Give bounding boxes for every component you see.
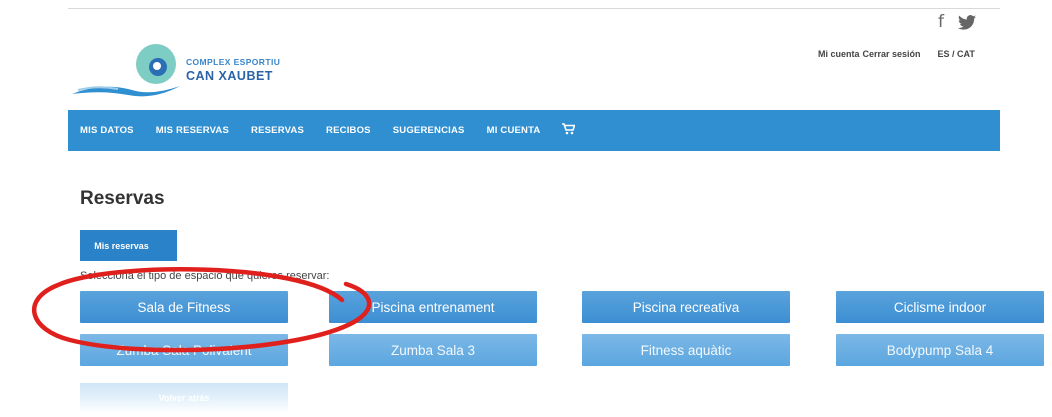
page-title: Reservas [80,188,165,209]
logo-line1: COMPLEX ESPORTIU [186,57,281,67]
option-zumba-sala-3[interactable]: Zumba Sala 3 [329,334,537,366]
top-divider [68,8,1000,9]
nav-mi-cuenta[interactable]: MI CUENTA [487,125,541,136]
logo-swoosh-icon [72,44,180,97]
cerrar-sesion-link[interactable]: Cerrar sesión [863,49,921,59]
logo-text: COMPLEX ESPORTIU CAN XAUBET [186,58,280,82]
language-switch[interactable]: ES / CAT [938,49,975,59]
option-fitness-aquatic[interactable]: Fitness aquàtic [582,334,790,366]
social-links: f [938,12,976,32]
option-sala-fitness[interactable]: Sala de Fitness [80,291,288,323]
logo[interactable]: COMPLEX ESPORTIU CAN XAUBET [72,38,302,100]
option-bodypump-sala-4[interactable]: Bodypump Sala 4 [836,334,1044,366]
nav-mis-datos[interactable]: MIS DATOS [80,125,134,136]
nav-reservas[interactable]: RESERVAS [251,125,304,136]
instruction-text: Selecciona el tipo de espacio que quiere… [80,270,330,282]
option-piscina-entrenament[interactable]: Piscina entrenament [329,291,537,323]
twitter-icon[interactable] [958,14,976,30]
mi-cuenta-link[interactable]: Mi cuenta [818,49,860,59]
option-ciclisme-indoor[interactable]: Ciclisme indoor [836,291,1044,323]
back-button[interactable]: Volver atrás [80,383,288,413]
nav-mis-reservas[interactable]: MIS RESERVAS [156,125,229,136]
account-links: Mi cuenta Cerrar sesión ES / CAT [818,49,975,59]
logo-line2: CAN XAUBET [186,68,273,83]
main-nav: MIS DATOS MIS RESERVAS RESERVAS RECIBOS … [68,110,1000,151]
option-zumba-sala-polivalent[interactable]: Zumba Sala Polivalent [80,334,288,366]
nav-sugerencias[interactable]: SUGERENCIAS [393,125,465,136]
cart-icon[interactable] [562,123,577,138]
mis-reservas-button[interactable]: Mis reservas [80,230,177,261]
option-piscina-recreativa[interactable]: Piscina recreativa [582,291,790,323]
facebook-icon[interactable]: f [938,12,944,32]
nav-recibos[interactable]: RECIBOS [326,125,371,136]
